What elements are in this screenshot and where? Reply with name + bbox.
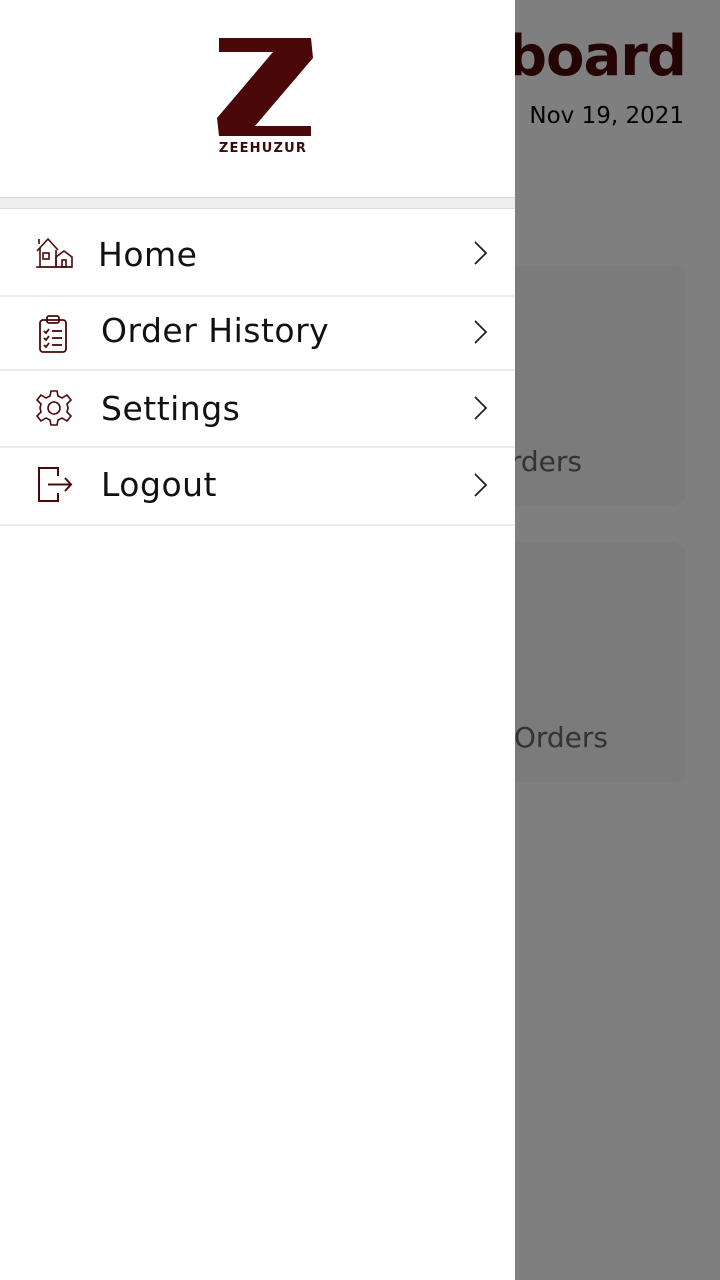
menu-item-home[interactable]: Home	[0, 209, 515, 297]
clipboard-list-icon	[39, 315, 67, 353]
divider	[0, 198, 515, 209]
logout-icon	[38, 467, 73, 502]
chevron-right-icon	[474, 241, 488, 265]
brand-name: ZEEHUZUR	[218, 141, 308, 156]
menu-item-label: Logout	[101, 465, 217, 504]
drawer-header: ZEEHUZUR	[0, 0, 515, 198]
menu-item-label: Order History	[101, 311, 330, 350]
gear-icon	[35, 390, 73, 426]
chevron-right-icon	[474, 396, 488, 420]
menu-item-order-history[interactable]: Order History	[0, 297, 515, 371]
menu-item-label: Home	[98, 235, 198, 274]
chevron-right-icon	[474, 473, 488, 497]
home-icon	[36, 237, 73, 268]
navigation-drawer: ZEEHUZUR Home Order History Settings Log…	[0, 0, 515, 1280]
menu-item-settings[interactable]: Settings	[0, 371, 515, 448]
menu-item-label: Settings	[101, 389, 241, 428]
menu-item-logout[interactable]: Logout	[0, 448, 515, 526]
chevron-right-icon	[474, 320, 488, 344]
